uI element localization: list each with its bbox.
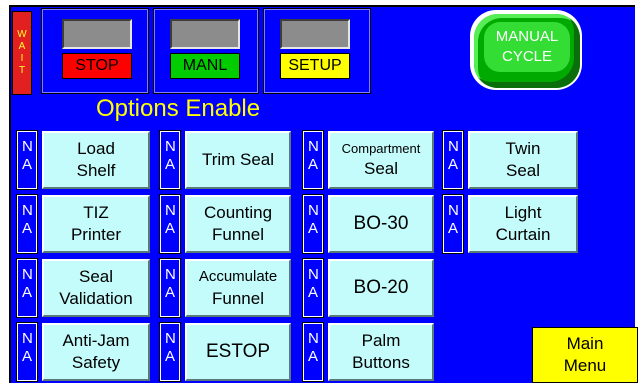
na-indicator: NA (16, 322, 38, 382)
manual-cycle-line2: CYCLE (501, 48, 553, 65)
estop-label: ESTOP (205, 341, 271, 362)
light-curtain-button[interactable]: Light Curtain (468, 195, 578, 253)
na-indicator: NA (442, 194, 464, 254)
trim-seal-button[interactable]: Trim Seal (185, 131, 291, 189)
compartment-seal-line2: Seal (363, 159, 399, 178)
na-indicator: NA (159, 130, 181, 190)
setup-status-lamp (280, 19, 350, 49)
anti-jam-safety-line1: Anti-Jam (62, 331, 130, 350)
light-curtain-line1: Light (504, 203, 542, 222)
stop-label: STOP (75, 57, 119, 74)
compartment-seal-button[interactable]: Compartment Seal (328, 131, 434, 189)
na-indicator: NA (302, 258, 324, 318)
seal-validation-button[interactable]: Seal Validation (42, 259, 150, 317)
counting-funnel-button[interactable]: Counting Funnel (185, 195, 291, 253)
estop-button[interactable]: ESTOP (185, 323, 291, 381)
load-shelf-line2: Shelf (76, 161, 116, 180)
bo30-button[interactable]: BO-30 (328, 195, 434, 253)
main-menu-line2: Menu (563, 356, 607, 375)
main-menu-line1: Main (566, 334, 604, 353)
na-indicator: NA (16, 194, 38, 254)
na-indicator: NA (16, 130, 38, 190)
na-indicator: NA (442, 130, 464, 190)
na-indicator: NA (159, 258, 181, 318)
palm-buttons-line2: Buttons (352, 353, 410, 372)
bo20-button[interactable]: BO-20 (328, 259, 434, 317)
twin-seal-line2: Seal (505, 161, 541, 180)
counting-funnel-line1: Counting (203, 203, 273, 222)
stop-status-lamp (62, 19, 132, 49)
setup-button[interactable]: SETUP (280, 53, 350, 79)
wait-indicator: W A I T (12, 11, 32, 95)
manual-cycle-face[interactable]: MANUAL CYCLE (484, 22, 570, 72)
palm-buttons-line1: Palm (361, 331, 401, 350)
light-curtain-line2: Curtain (495, 225, 551, 244)
anti-jam-safety-button[interactable]: Anti-Jam Safety (42, 323, 150, 381)
na-indicator: NA (302, 194, 324, 254)
na-indicator: NA (302, 130, 324, 190)
setup-label: SETUP (288, 57, 342, 74)
accumulate-funnel-line1: Accumulate (198, 268, 278, 285)
manual-button[interactable]: MANL (170, 53, 240, 79)
na-indicator: NA (16, 258, 38, 318)
compartment-seal-line1: Compartment (341, 141, 421, 156)
tiz-printer-button[interactable]: TIZ Printer (42, 195, 150, 253)
tiz-printer-line2: Printer (70, 225, 122, 244)
accumulate-funnel-button[interactable]: Accumulate Funnel (185, 259, 291, 317)
seal-validation-line1: Seal (78, 267, 114, 286)
na-indicator: NA (302, 322, 324, 382)
bo20-label: BO-20 (353, 277, 409, 298)
twin-seal-button[interactable]: Twin Seal (468, 131, 578, 189)
load-shelf-line1: Load (77, 139, 115, 158)
accumulate-funnel-line2: Funnel (212, 289, 264, 308)
manual-cycle-line1: MANUAL (495, 28, 559, 45)
bo30-label: BO-30 (353, 213, 409, 234)
main-menu-button[interactable]: Main Menu (532, 327, 638, 383)
stop-button[interactable]: STOP (62, 53, 132, 79)
counting-funnel-line2: Funnel (212, 225, 264, 244)
twin-seal-line1: Twin (505, 139, 541, 158)
load-shelf-button[interactable]: Load Shelf (42, 131, 150, 189)
wait-label: W A I T (17, 29, 27, 76)
anti-jam-safety-line2: Safety (71, 353, 121, 372)
trim-seal-label: Trim Seal (201, 150, 275, 169)
manual-status-lamp (170, 19, 240, 49)
palm-buttons-button[interactable]: Palm Buttons (328, 323, 434, 381)
na-indicator: NA (159, 322, 181, 382)
tiz-printer-line1: TIZ (83, 203, 109, 222)
seal-validation-line2: Validation (59, 289, 133, 308)
na-indicator: NA (159, 194, 181, 254)
manual-label: MANL (182, 57, 228, 74)
page-title: Options Enable (96, 95, 261, 122)
